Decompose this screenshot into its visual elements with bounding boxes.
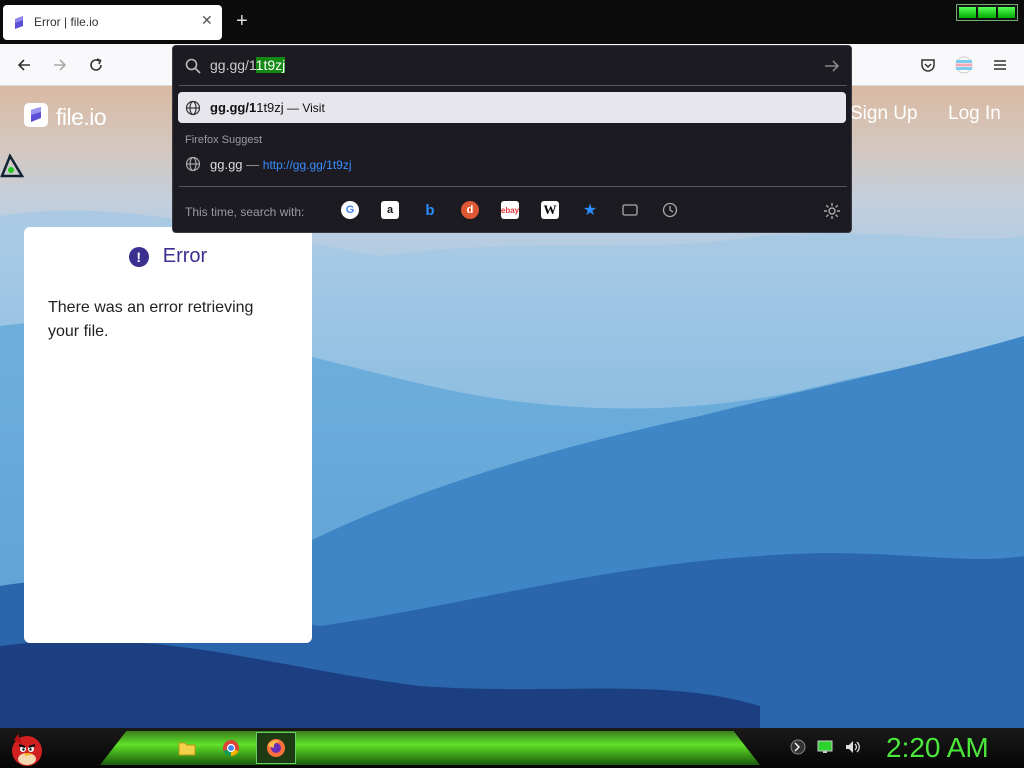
back-button[interactable] (11, 52, 37, 78)
history-suggestion-title: gg.gg (210, 157, 243, 172)
visit-suggestion-row[interactable]: gg.gg/11t9zj — Visit (178, 92, 846, 123)
forward-arrow-icon (54, 59, 67, 71)
amazon-icon[interactable]: a (381, 201, 399, 219)
duckduckgo-icon[interactable]: d (461, 201, 479, 219)
search-icon (185, 58, 201, 74)
network-status-icon[interactable] (790, 739, 806, 755)
tab-strip: Error | file.io ✕ + (0, 0, 1024, 44)
forward-button[interactable] (47, 52, 73, 78)
error-title: Error (162, 245, 208, 267)
pinned-app-icon[interactable] (0, 150, 24, 178)
search-with-label: This time, search with: (185, 205, 305, 219)
back-arrow-icon (17, 59, 30, 71)
search-settings-gear-icon[interactable] (822, 201, 842, 221)
logo-text[interactable]: file.io (56, 104, 107, 131)
tab-title: Error | file.io (34, 15, 99, 29)
firefox-icon[interactable] (265, 737, 287, 759)
error-card: ! Error There was an error retrieving yo… (24, 227, 312, 643)
tab-close-icon[interactable]: ✕ (201, 12, 213, 29)
go-arrow-icon[interactable] (822, 56, 842, 76)
error-card-header: ! Error (24, 245, 312, 268)
account-avatar-icon (955, 56, 973, 74)
hamburger-menu-icon (994, 60, 1006, 70)
browser-tab[interactable]: Error | file.io ✕ (3, 5, 222, 40)
new-tab-button[interactable]: + (236, 11, 248, 31)
history-suggestion-text: gg.gg — http://gg.gg/1t9zj (210, 157, 352, 172)
url-autocomplete-selection: 1t9zj (255, 57, 286, 73)
history-icon[interactable] (661, 201, 679, 219)
file-manager-icon[interactable] (176, 737, 198, 759)
error-alert-icon: ! (128, 246, 149, 267)
history-suggestion-separator: — (242, 157, 263, 172)
visit-suggestion-bold: gg.gg/1 (210, 100, 257, 115)
display-monitor-icon[interactable] (816, 739, 834, 755)
firefox-suggest-label: Firefox Suggest (185, 134, 263, 146)
os-taskbar: 2:20 AM (0, 728, 1024, 768)
wikipedia-icon[interactable]: W (541, 201, 559, 219)
reload-button[interactable] (83, 52, 109, 78)
globe-icon (185, 100, 201, 116)
google-icon[interactable]: G (341, 201, 359, 219)
visit-suggestion-rest: 1t9zj (256, 100, 284, 115)
pocket-button[interactable] (915, 52, 941, 78)
system-meter-widget (956, 4, 1018, 21)
chrome-icon[interactable] (220, 737, 242, 759)
url-input[interactable]: gg.gg/11t9zj (173, 46, 853, 86)
account-button[interactable] (951, 52, 977, 78)
file-io-favicon-icon (15, 16, 23, 29)
taskbar-clock: 2:20 AM (886, 732, 989, 763)
history-suggestion-url: http://gg.gg/1t9zj (262, 158, 352, 172)
url-typed-text: gg.gg/1 (210, 57, 256, 73)
sign-up-link[interactable]: Sign Up (850, 103, 918, 125)
error-message: There was an error retrieving your file. (48, 299, 254, 340)
pocket-icon (921, 59, 935, 72)
bing-icon[interactable]: b (421, 201, 439, 219)
urlbar-dropdown: gg.gg/11t9zj gg.gg/11t9zj — Visit Firefo… (172, 45, 852, 233)
dropdown-divider (179, 85, 847, 86)
visit-suggestion-text: gg.gg/11t9zj — Visit (210, 100, 325, 115)
dropdown-divider (179, 186, 847, 187)
ebay-icon[interactable]: ebay (501, 201, 519, 219)
menu-button[interactable] (987, 52, 1013, 78)
bookmarks-icon[interactable]: ★ (581, 201, 599, 219)
start-menu-bird-icon[interactable] (8, 730, 46, 768)
file-io-logo-icon[interactable] (24, 103, 48, 127)
url-text: gg.gg/11t9zj (210, 57, 286, 73)
volume-speaker-icon[interactable] (844, 739, 862, 755)
taskbar-green-band (100, 731, 760, 765)
reload-icon (90, 58, 102, 71)
log-in-link[interactable]: Log In (948, 103, 1001, 125)
tabs-icon[interactable] (621, 201, 639, 219)
visit-label: — Visit (283, 101, 325, 115)
globe-icon (185, 156, 201, 172)
system-tray (790, 739, 862, 755)
